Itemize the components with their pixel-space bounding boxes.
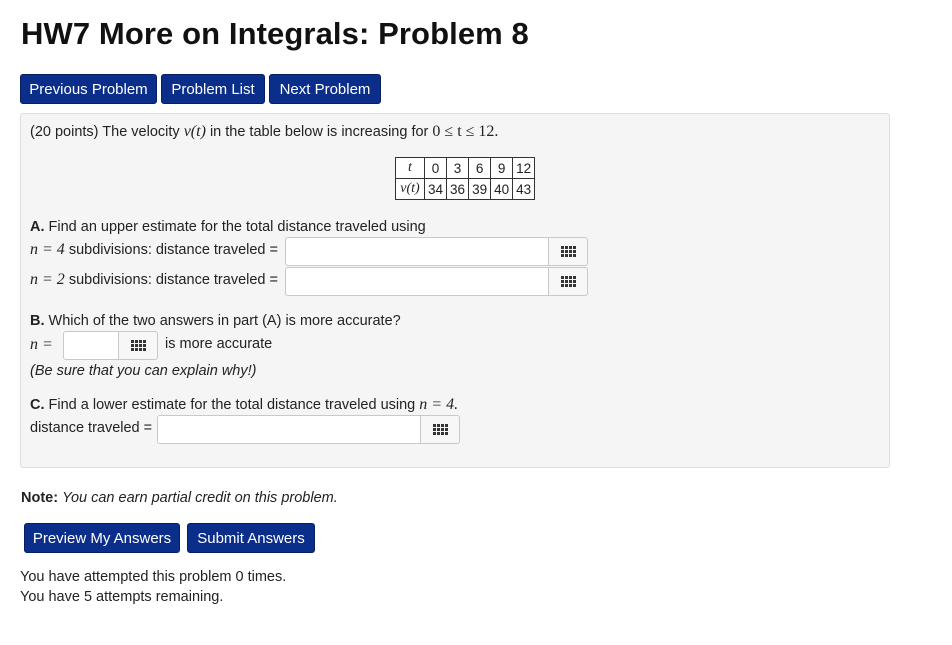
intro-text: The velocity <box>102 124 180 140</box>
table-cell: 3 <box>446 157 470 179</box>
preview-answers-button[interactable]: Preview My Answers <box>24 523 180 553</box>
part-c-n-math: n = 4. <box>419 396 459 413</box>
math-keyboard-button-c[interactable] <box>420 415 460 444</box>
velocity-symbol: v(t) <box>183 123 206 140</box>
table-row-v: v(t) 34 36 39 40 43 <box>395 178 536 200</box>
n4-text: subdivisions: distance traveled = <box>68 242 278 258</box>
table-row-t: t 0 3 6 9 12 <box>395 157 536 179</box>
next-problem-button[interactable]: Next Problem <box>269 74 381 104</box>
table-cell: 12 <box>512 157 536 179</box>
n2-text: subdivisions: distance traveled = <box>68 272 278 288</box>
note-label: Note: <box>21 490 59 506</box>
previous-problem-button[interactable]: Previous Problem <box>20 74 157 104</box>
table-cell: 9 <box>490 157 514 179</box>
table-cell: 39 <box>468 178 492 200</box>
answer-n4-input[interactable] <box>285 237 549 266</box>
n2-math: n = 2 <box>30 271 65 288</box>
points-label: (20 points) <box>30 124 99 140</box>
velocity-table: t 0 3 6 9 12 v(t) 34 36 39 40 43 <box>395 157 536 200</box>
part-c-answer-input[interactable] <box>157 415 421 444</box>
part-a-n2-row: n = 2 subdivisions: distance traveled = <box>30 271 278 289</box>
note-text: You can earn partial credit on this prob… <box>62 490 338 506</box>
table-cell: 36 <box>446 178 470 200</box>
table-cell: 6 <box>468 157 492 179</box>
part-a-label: A. <box>30 219 45 235</box>
answer-n2-input[interactable] <box>285 267 549 296</box>
time-range: 0 ≤ t ≤ 12. <box>432 123 499 140</box>
table-cell: 34 <box>423 178 448 200</box>
part-b-label: B. <box>30 313 45 329</box>
part-b-hint: (Be sure that you can explain why!) <box>30 363 257 379</box>
problem-intro: (20 points) The velocity v(t) in the tab… <box>30 123 498 141</box>
part-b-question: B. Which of the two answers in part (A) … <box>30 313 401 329</box>
keypad-icon <box>432 424 448 435</box>
table-header-v: v(t) <box>395 178 425 200</box>
keypad-icon <box>130 340 146 351</box>
problem-list-button[interactable]: Problem List <box>161 74 265 104</box>
math-keyboard-button-n2[interactable] <box>548 267 588 296</box>
intro-mid-text: in the table below is increasing for <box>209 124 429 140</box>
part-c-label: C. <box>30 397 45 413</box>
keypad-icon <box>560 246 576 257</box>
part-b-n-label: n = <box>30 336 53 353</box>
page-title: HW7 More on Integrals: Problem 8 <box>21 16 529 51</box>
submit-answers-button[interactable]: Submit Answers <box>187 523 315 553</box>
table-cell: 43 <box>512 178 536 200</box>
part-a-text: Find an upper estimate for the total dis… <box>48 219 426 235</box>
n4-math: n = 4 <box>30 241 65 258</box>
part-c-dist-label: distance traveled = <box>30 420 153 436</box>
part-b-n-input[interactable] <box>63 331 119 360</box>
part-c-text: Find a lower estimate for the total dist… <box>48 397 416 413</box>
part-b-suffix: is more accurate <box>165 336 273 352</box>
part-b-text: Which of the two answers in part (A) is … <box>48 313 401 329</box>
attempted-status: You have attempted this problem 0 times. <box>20 569 287 585</box>
remaining-status: You have 5 attempts remaining. <box>20 589 224 605</box>
table-header-t: t <box>395 157 425 179</box>
keypad-icon <box>560 276 576 287</box>
part-c-question: C. Find a lower estimate for the total d… <box>30 396 458 414</box>
table-cell: 40 <box>490 178 514 200</box>
part-a-n4-row: n = 4 subdivisions: distance traveled = <box>30 241 278 259</box>
part-a-question: A. Find an upper estimate for the total … <box>30 219 426 235</box>
note: Note: You can earn partial credit on thi… <box>21 490 338 506</box>
table-cell: 0 <box>423 157 448 179</box>
math-keyboard-button-b[interactable] <box>118 331 158 360</box>
math-keyboard-button-n4[interactable] <box>548 237 588 266</box>
